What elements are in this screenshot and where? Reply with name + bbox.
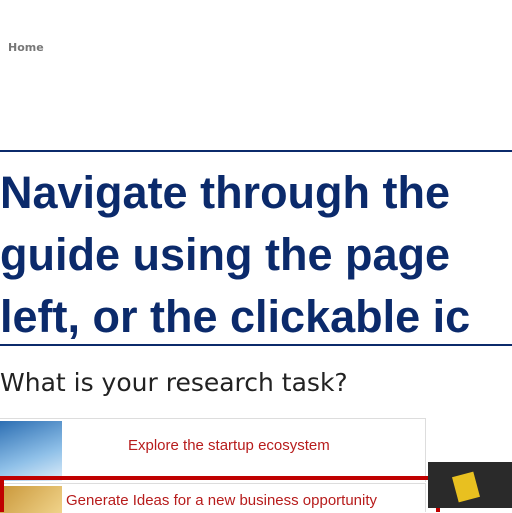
home-link[interactable]: Home <box>8 41 44 54</box>
instruction-banner: Navigate through the guide using the pag… <box>0 150 512 346</box>
banner-line: Navigate through the <box>0 167 451 218</box>
banner-line: left, or the clickable ic <box>0 291 471 342</box>
banner-line: guide using the page <box>0 229 451 280</box>
section-heading: What is your research task? <box>0 368 348 397</box>
task-link-explore[interactable]: Explore the startup ecosystem <box>128 437 330 454</box>
explorer-photo-icon <box>0 421 62 481</box>
task-row[interactable]: Explore the startup ecosystem <box>0 418 426 482</box>
highlight-box <box>0 476 440 512</box>
